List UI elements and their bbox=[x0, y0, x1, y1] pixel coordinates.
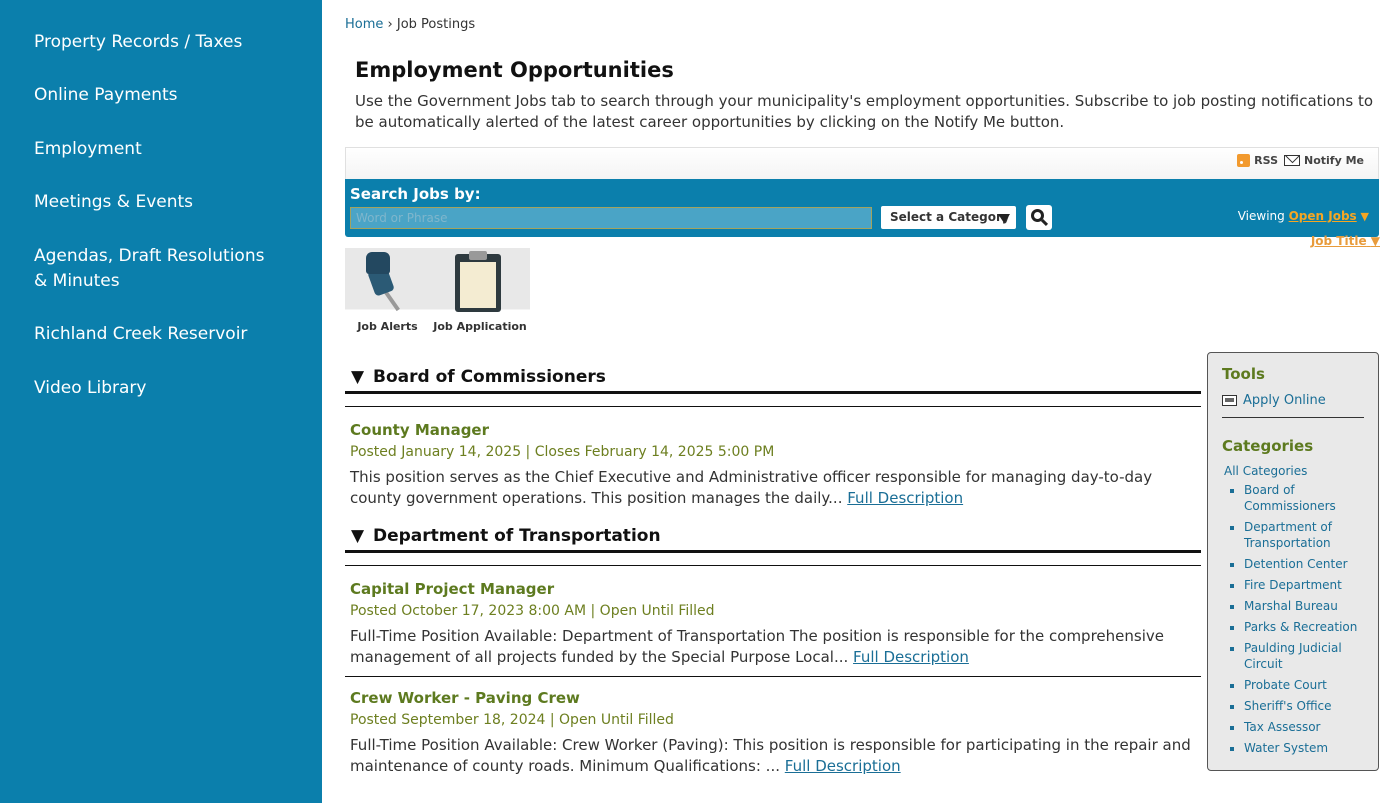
job-application-label: Job Application bbox=[433, 320, 527, 333]
dropdown-triangle-icon bbox=[998, 214, 1010, 223]
category-link[interactable]: Water System bbox=[1244, 740, 1364, 756]
job-description: Full-Time Position Available: Crew Worke… bbox=[350, 736, 1191, 775]
breadcrumb-current: Job Postings bbox=[396, 17, 476, 32]
job-meta: Posted October 17, 2023 8:00 AM | Open U… bbox=[350, 603, 715, 619]
sidebar-item-video-library[interactable]: Video Library bbox=[0, 376, 300, 401]
category-link[interactable]: Sheriff's Office bbox=[1244, 698, 1364, 714]
search-label: Search Jobs by: bbox=[350, 185, 481, 203]
full-description-link[interactable]: Full Description bbox=[853, 648, 969, 666]
collapse-toggle-icon[interactable]: ▼ bbox=[351, 367, 373, 387]
category-link[interactable]: Detention Center bbox=[1244, 556, 1364, 572]
tools-panel: Tools Apply Online Categories All Catego… bbox=[1207, 352, 1379, 771]
categories-heading: Categories bbox=[1222, 437, 1314, 455]
rss-link[interactable]: RSS bbox=[1237, 154, 1278, 167]
quick-links: Job Alerts Job Application bbox=[345, 248, 530, 336]
category-link[interactable]: Board of Commissioners bbox=[1244, 482, 1364, 514]
full-description-link[interactable]: Full Description bbox=[785, 757, 901, 775]
search-input[interactable] bbox=[350, 207, 872, 229]
breadcrumb-separator: › bbox=[387, 17, 393, 32]
job-toolbar: RSS Notify Me bbox=[345, 147, 1379, 179]
viewing-filter: Viewing Open Jobs ▼ bbox=[1237, 209, 1369, 223]
envelope-icon bbox=[1284, 155, 1301, 166]
computer-icon bbox=[1222, 395, 1237, 406]
category-link[interactable]: Probate Court bbox=[1244, 677, 1364, 693]
category-link[interactable]: Tax Assessor bbox=[1244, 719, 1364, 735]
sidebar-item-property-records[interactable]: Property Records / Taxes bbox=[0, 30, 300, 55]
dropdown-arrow-icon: ▼ bbox=[1370, 234, 1380, 248]
breadcrumb: Home › Job Postings bbox=[345, 17, 475, 32]
tools-heading: Tools bbox=[1222, 365, 1265, 383]
job-meta: Posted January 14, 2025 | Closes Februar… bbox=[350, 444, 775, 460]
sidebar-item-online-payments[interactable]: Online Payments bbox=[0, 83, 300, 108]
job-listing: Capital Project Manager Posted October 1… bbox=[345, 565, 1201, 676]
apply-online-link[interactable]: Apply Online bbox=[1222, 393, 1364, 418]
main-content: Home › Job Postings Employment Opportuni… bbox=[345, 0, 1390, 803]
full-description-link[interactable]: Full Description bbox=[847, 489, 963, 507]
category-list: Board of Commissioners Department of Tra… bbox=[1222, 482, 1364, 756]
pushpin-icon bbox=[366, 252, 390, 274]
sidebar-item-richland-creek[interactable]: Richland Creek Reservoir bbox=[0, 322, 300, 347]
search-bar: Search Jobs by: Select a Category Viewin… bbox=[345, 179, 1379, 237]
job-listings: ▼ Board of Commissioners County Manager P… bbox=[345, 360, 1201, 785]
breadcrumb-home-link[interactable]: Home bbox=[345, 17, 383, 32]
category-link[interactable]: Parks & Recreation bbox=[1244, 619, 1364, 635]
category-link[interactable]: Paulding Judicial Circuit bbox=[1244, 640, 1364, 672]
all-categories-link[interactable]: All Categories bbox=[1222, 464, 1364, 478]
job-application-tile[interactable]: Job Application bbox=[430, 248, 530, 336]
category-header-board[interactable]: ▼ Board of Commissioners bbox=[345, 360, 1201, 394]
sort-job-title-dropdown[interactable]: Job Title ▼ bbox=[1311, 234, 1380, 248]
sidebar-item-employment[interactable]: Employment bbox=[0, 137, 300, 162]
job-listing: Crew Worker - Paving Crew Posted Septemb… bbox=[345, 676, 1201, 785]
category-link[interactable]: Department of Transportation bbox=[1244, 519, 1364, 551]
sidebar-nav: Property Records / Taxes Online Payments… bbox=[0, 0, 322, 803]
job-alerts-tile[interactable]: Job Alerts bbox=[345, 248, 430, 336]
clipboard-icon bbox=[455, 251, 501, 312]
job-listing: County Manager Posted January 14, 2025 |… bbox=[345, 406, 1201, 517]
category-select[interactable]: Select a Category bbox=[881, 206, 1016, 229]
page-title: Employment Opportunities bbox=[355, 58, 674, 82]
dropdown-arrow-icon: ▼ bbox=[1360, 210, 1369, 223]
search-button[interactable] bbox=[1026, 205, 1052, 230]
job-title-link[interactable]: Capital Project Manager bbox=[350, 580, 1196, 598]
page-intro: Use the Government Jobs tab to search th… bbox=[355, 92, 1374, 131]
notify-me-link[interactable]: Notify Me bbox=[1284, 154, 1364, 167]
viewing-open-jobs-dropdown[interactable]: Open Jobs bbox=[1289, 209, 1357, 223]
category-link[interactable]: Marshal Bureau bbox=[1244, 598, 1364, 614]
sidebar-item-agendas[interactable]: Agendas, Draft Resolutions & Minutes bbox=[0, 244, 300, 294]
job-description: This position serves as the Chief Execut… bbox=[350, 468, 1153, 507]
category-link[interactable]: Fire Department bbox=[1244, 577, 1364, 593]
job-title-link[interactable]: Crew Worker - Paving Crew bbox=[350, 689, 1196, 707]
category-header-transportation[interactable]: ▼ Department of Transportation bbox=[345, 519, 1201, 553]
collapse-toggle-icon[interactable]: ▼ bbox=[351, 526, 373, 546]
job-description: Full-Time Position Available: Department… bbox=[350, 627, 1164, 666]
job-alerts-label: Job Alerts bbox=[357, 320, 418, 333]
rss-icon bbox=[1237, 154, 1251, 167]
job-title-link[interactable]: County Manager bbox=[350, 421, 1196, 439]
sidebar-item-meetings-events[interactable]: Meetings & Events bbox=[0, 190, 300, 215]
job-meta: Posted September 18, 2024 | Open Until F… bbox=[350, 712, 674, 728]
